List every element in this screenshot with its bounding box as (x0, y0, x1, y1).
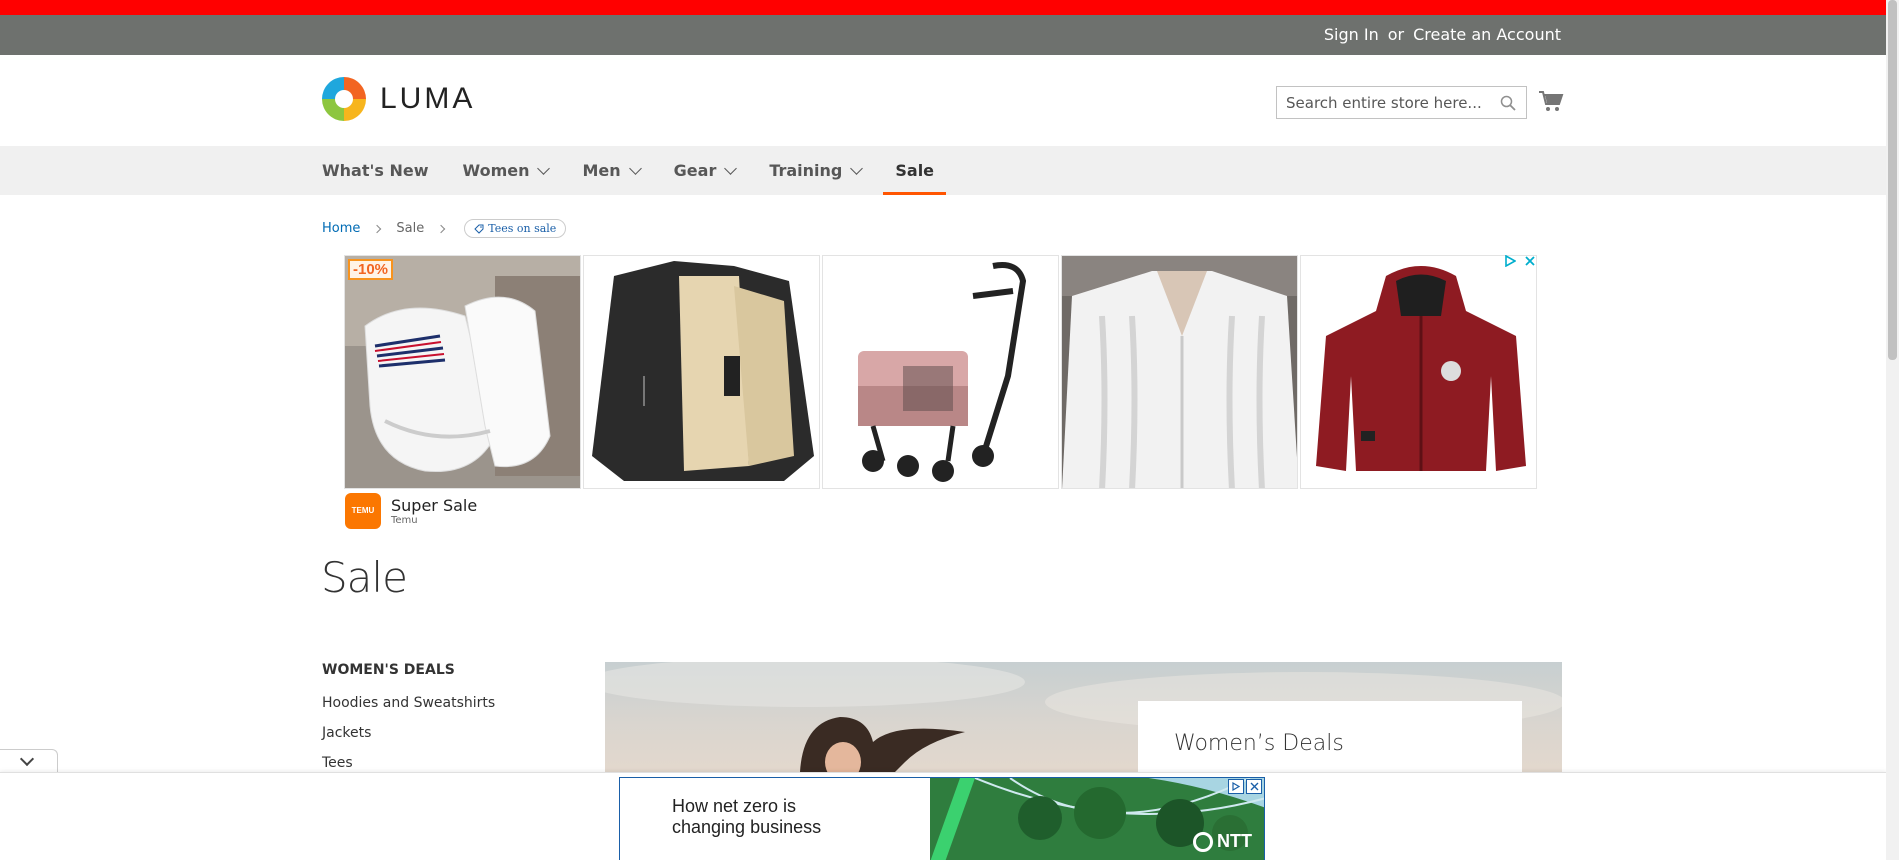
site-header: LUMA (0, 55, 1886, 146)
sneakers-image (345, 256, 580, 488)
bottom-anchor-ad: How net zero is changing business NTT (0, 772, 1886, 860)
ntt-banner-ad[interactable]: How net zero is changing business NTT (619, 777, 1265, 860)
collapse-toggle[interactable] (0, 749, 58, 772)
tag-icon (474, 224, 484, 234)
discount-badge: -10% (348, 259, 394, 280)
or-text: or (1387, 25, 1405, 44)
chevron-down-icon (724, 161, 738, 175)
ntt-logo: NTT (1193, 831, 1252, 852)
header-panel: Sign In or Create an Account (0, 15, 1886, 55)
ad-product-fleece-jacket[interactable] (583, 255, 820, 489)
advertiser-info[interactable]: TEMU Super Sale Temu (345, 493, 477, 529)
logo-link[interactable]: LUMA (322, 77, 475, 121)
promo-strip (0, 0, 1886, 15)
logo-text: LUMA (380, 82, 476, 115)
search-input[interactable] (1277, 87, 1487, 118)
cart-icon[interactable] (1538, 89, 1564, 113)
hero-card-title: Women’s Deals (1174, 731, 1344, 756)
breadcrumb: Home Sale Tees on sale (322, 219, 567, 238)
nav-label: Women (462, 161, 530, 180)
sidebar-item-hoodies[interactable]: Hoodies and Sweatshirts (322, 688, 495, 718)
scrollbar-thumb[interactable] (1888, 0, 1897, 360)
main-navigation: What's New Women Men Gear Training Sale (0, 146, 1886, 195)
sign-in-link[interactable]: Sign In (1324, 25, 1379, 44)
hero-card: Women’s Deals (1138, 701, 1522, 772)
close-icon[interactable] (1246, 779, 1262, 794)
nav-label: Training (769, 161, 843, 180)
red-jacket-image (1301, 256, 1536, 488)
ad-product-red-jacket[interactable] (1300, 255, 1537, 489)
nav-item-sale[interactable]: Sale (883, 146, 946, 195)
page-scrollbar[interactable] (1886, 0, 1899, 860)
ntt-logo-text: NTT (1217, 831, 1252, 851)
display-ad: -10% TEMU Super Sale Temu (344, 255, 1540, 530)
ad-product-pet-stroller[interactable] (822, 255, 1059, 489)
ntt-logo-icon (1193, 831, 1213, 852)
breadcrumb-current: Sale (396, 221, 425, 236)
ad-product-cardigan[interactable] (1061, 255, 1298, 489)
nav-label: What's New (322, 161, 429, 180)
pet-stroller-image (823, 256, 1058, 488)
advertiser-title: Super Sale (391, 496, 478, 515)
ad-product-sneakers[interactable]: -10% (344, 255, 581, 489)
nav-item-women[interactable]: Women (462, 146, 551, 195)
sidebar-heading: WOMEN'S DEALS (322, 662, 455, 678)
adchoices-icon[interactable] (1504, 255, 1516, 267)
nav-label: Men (582, 161, 621, 180)
luma-logo-icon (322, 77, 366, 121)
create-account-link[interactable]: Create an Account (1413, 25, 1561, 44)
nav-label: Sale (895, 161, 935, 180)
nav-item-whats-new[interactable]: What's New (322, 146, 429, 195)
tees-on-sale-chip[interactable]: Tees on sale (464, 219, 567, 238)
banner-line-1: How net zero is (672, 796, 797, 816)
sidebar-item-jackets[interactable]: Jackets (322, 718, 495, 748)
search-icon[interactable] (1500, 95, 1516, 111)
page-title: Sale (321, 553, 408, 602)
search-box (1276, 86, 1527, 119)
nav-item-men[interactable]: Men (582, 146, 642, 195)
ad-controls (1504, 255, 1536, 267)
womens-deals-hero[interactable]: Women’s Deals (605, 662, 1562, 772)
nav-item-training[interactable]: Training (769, 146, 864, 195)
chevron-down-icon (850, 161, 864, 175)
advertiser-name: Temu (391, 515, 418, 526)
chevron-right-icon (373, 224, 382, 233)
temu-logo: TEMU (345, 493, 381, 529)
cardigan-image (1062, 256, 1297, 488)
temu-logo-text: TEMU (351, 506, 375, 515)
account-links: Sign In or Create an Account (1324, 25, 1561, 44)
category-sidebar: WOMEN'S DEALS Hoodies and Sweatshirts Ja… (322, 662, 495, 778)
chevron-down-icon (628, 161, 642, 175)
banner-line-2: changing business (672, 817, 822, 837)
nav-item-gear[interactable]: Gear (673, 146, 738, 195)
fleece-jacket-image (584, 256, 819, 488)
chevron-down-icon (537, 161, 551, 175)
chevron-down-icon (19, 751, 35, 767)
tag-label: Tees on sale (488, 222, 557, 235)
nav-label: Gear (673, 161, 717, 180)
chevron-right-icon (436, 224, 446, 233)
adchoices-icon[interactable] (1228, 779, 1244, 794)
banner-text: How net zero is changing business (672, 796, 821, 838)
banner-ad-controls (1228, 779, 1262, 794)
close-icon[interactable] (1524, 255, 1536, 267)
breadcrumb-home-link[interactable]: Home (322, 221, 360, 236)
